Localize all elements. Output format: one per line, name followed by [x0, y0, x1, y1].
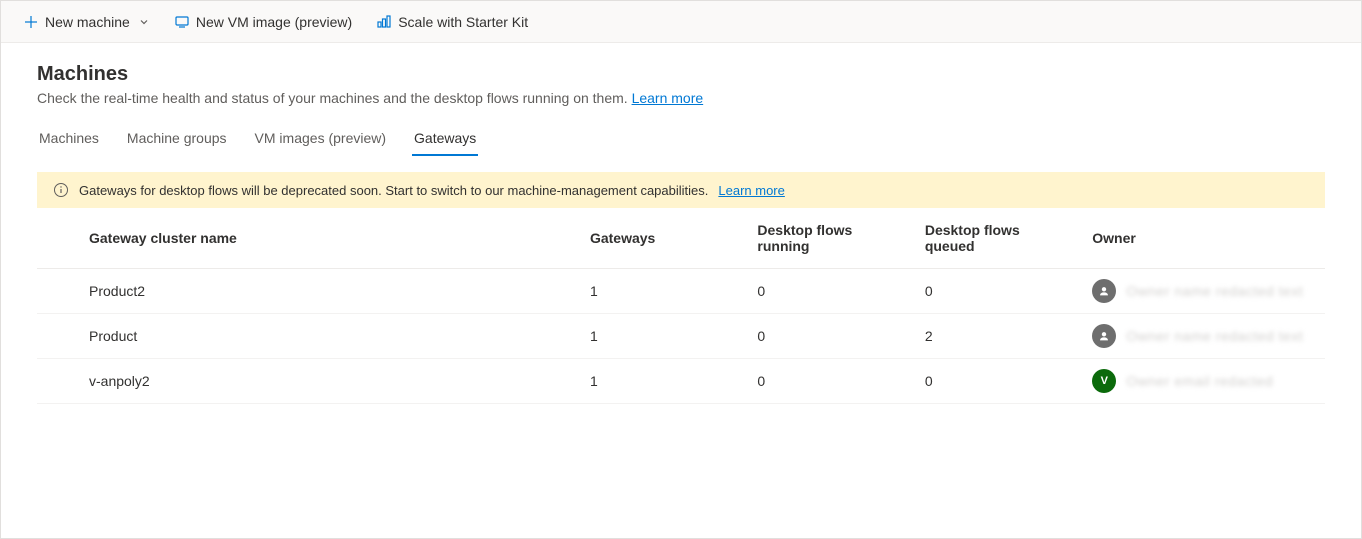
- owner-name: Owner name redacted text: [1126, 328, 1303, 344]
- cell-running: 0: [745, 359, 912, 404]
- tab-machine-groups[interactable]: Machine groups: [125, 122, 229, 156]
- new-machine-button[interactable]: New machine: [13, 10, 160, 34]
- toolbar: New machine New VM image (preview) Scale…: [1, 1, 1361, 43]
- owner-name: Owner name redacted text: [1126, 283, 1303, 299]
- info-icon: [53, 182, 69, 198]
- avatar: [1092, 324, 1116, 348]
- scale-starter-kit-button[interactable]: Scale with Starter Kit: [366, 10, 538, 34]
- banner-learn-more-link[interactable]: Learn more: [718, 183, 784, 198]
- col-header-running[interactable]: Desktop flows running: [745, 208, 912, 269]
- cell-running: 0: [745, 269, 912, 314]
- page-subtitle: Check the real-time health and status of…: [37, 90, 1325, 106]
- banner-text: Gateways for desktop flows will be depre…: [79, 183, 708, 198]
- cell-running: 0: [745, 314, 912, 359]
- avatar: V: [1092, 369, 1116, 393]
- cell-owner: V Owner email redacted: [1080, 359, 1325, 404]
- monitor-icon: [174, 14, 190, 30]
- cell-queued: 2: [913, 314, 1080, 359]
- col-header-owner[interactable]: Owner: [1080, 208, 1325, 269]
- tab-machines[interactable]: Machines: [37, 122, 101, 156]
- cell-gateways: 1: [578, 314, 745, 359]
- page-header: Machines Check the real-time health and …: [1, 43, 1361, 106]
- new-vm-image-button[interactable]: New VM image (preview): [164, 10, 362, 34]
- cell-gateways: 1: [578, 269, 745, 314]
- avatar: [1092, 279, 1116, 303]
- new-vm-image-label: New VM image (preview): [196, 14, 352, 30]
- tab-gateways[interactable]: Gateways: [412, 122, 478, 156]
- chevron-down-icon: [138, 16, 150, 28]
- scale-icon: [376, 14, 392, 30]
- col-header-queued[interactable]: Desktop flows queued: [913, 208, 1080, 269]
- tabs: Machines Machine groups VM images (previ…: [1, 106, 1361, 156]
- col-header-gateways[interactable]: Gateways: [578, 208, 745, 269]
- cell-gateways: 1: [578, 359, 745, 404]
- gateways-table: Gateway cluster name Gateways Desktop fl…: [37, 208, 1325, 404]
- cell-name: v-anpoly2: [37, 359, 578, 404]
- plus-icon: [23, 14, 39, 30]
- scale-starter-kit-label: Scale with Starter Kit: [398, 14, 528, 30]
- cell-owner: Owner name redacted text: [1080, 314, 1325, 359]
- page-title: Machines: [37, 63, 1325, 86]
- table-row[interactable]: Product102 Owner name redacted text: [37, 314, 1325, 359]
- cell-queued: 0: [913, 269, 1080, 314]
- cell-name: Product2: [37, 269, 578, 314]
- tab-vm-images[interactable]: VM images (preview): [253, 122, 388, 156]
- deprecation-banner: Gateways for desktop flows will be depre…: [37, 172, 1325, 208]
- learn-more-link[interactable]: Learn more: [632, 90, 704, 106]
- owner-name: Owner email redacted: [1126, 373, 1273, 389]
- table-row[interactable]: Product2100Owner name redacted text: [37, 269, 1325, 314]
- col-header-name[interactable]: Gateway cluster name: [37, 208, 578, 269]
- cell-name: Product: [37, 314, 578, 359]
- new-machine-label: New machine: [45, 14, 130, 30]
- table-row[interactable]: v-anpoly2100VOwner email redacted: [37, 359, 1325, 404]
- cell-owner: Owner name redacted text: [1080, 269, 1325, 314]
- cell-queued: 0: [913, 359, 1080, 404]
